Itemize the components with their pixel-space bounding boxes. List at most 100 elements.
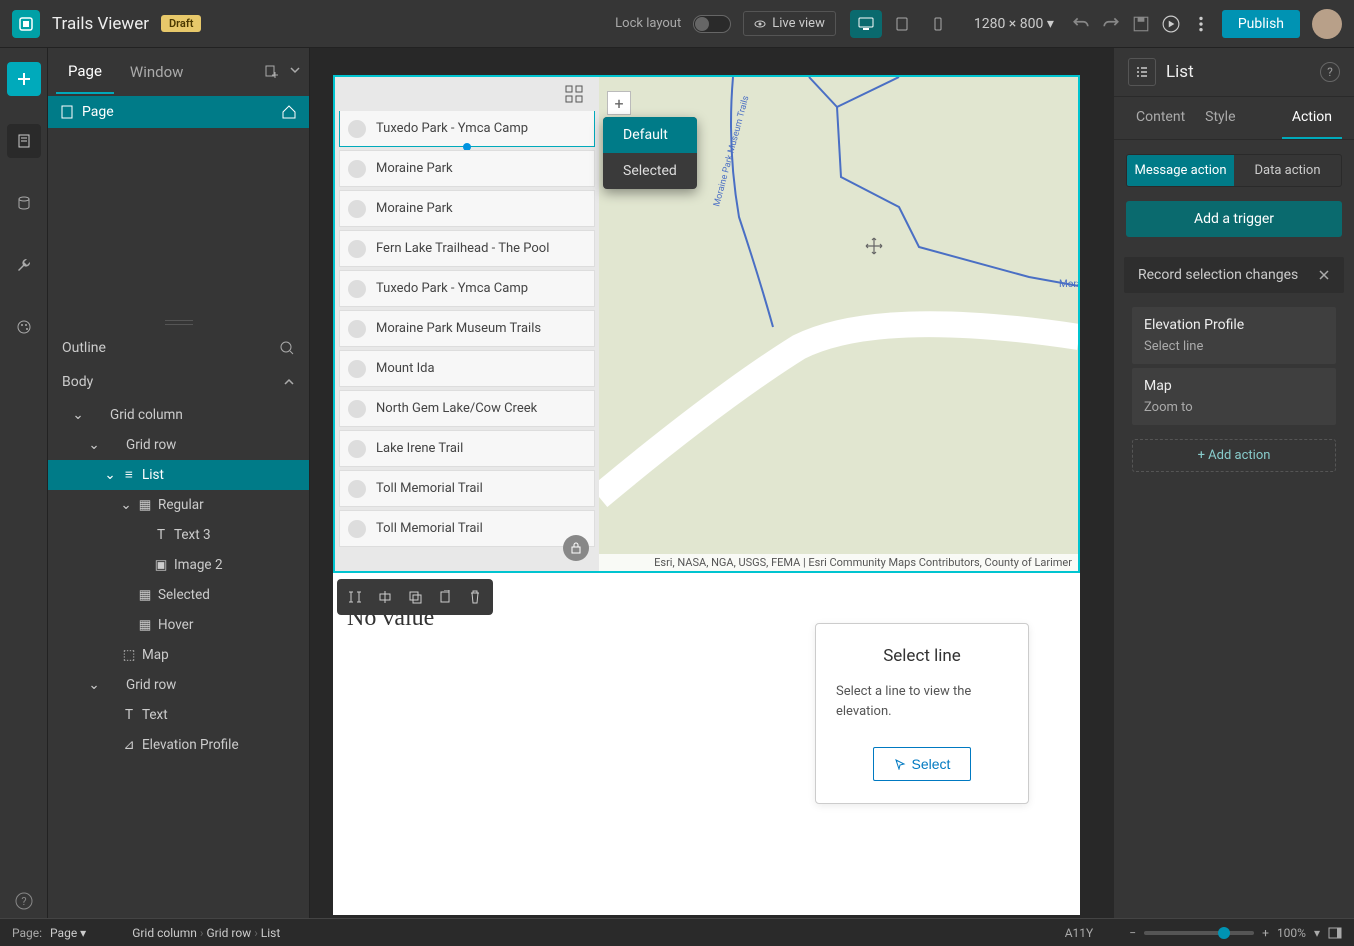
tree-row[interactable]: ⌄≡List bbox=[48, 460, 309, 490]
tb-align-button[interactable] bbox=[371, 583, 399, 611]
popover-default[interactable]: Default bbox=[603, 117, 697, 153]
rail-add-button[interactable] bbox=[7, 62, 41, 96]
left-panel-tabs: Page Window bbox=[48, 48, 309, 96]
more-icon[interactable] bbox=[1192, 15, 1210, 33]
tree-row[interactable]: ▣Image 2 bbox=[48, 550, 309, 580]
canvas[interactable]: Moraine Park Museum Trails Mora Tuxedo P… bbox=[310, 48, 1114, 918]
trigger-row[interactable]: Record selection changes bbox=[1124, 257, 1344, 293]
breadcrumb-item[interactable]: Grid column bbox=[132, 926, 197, 940]
list-widget[interactable]: Tuxedo Park - Ymca CampMoraine ParkMorai… bbox=[335, 77, 599, 571]
resolution-dropdown[interactable]: 1280 × 800 ▾ bbox=[968, 16, 1060, 32]
popover-selected[interactable]: Selected bbox=[603, 153, 697, 189]
rail-help-button[interactable]: ? bbox=[7, 884, 41, 918]
chevron-down-icon[interactable] bbox=[289, 64, 301, 76]
tree-row[interactable]: ⊿Elevation Profile bbox=[48, 730, 309, 760]
redo-icon[interactable] bbox=[1102, 15, 1120, 33]
save-icon[interactable] bbox=[1132, 15, 1150, 33]
list-item[interactable]: North Gem Lake/Cow Creek bbox=[339, 390, 595, 427]
design-frame: Moraine Park Museum Trails Mora Tuxedo P… bbox=[333, 75, 1080, 915]
rp-help-button[interactable]: ? bbox=[1320, 62, 1340, 82]
list-item[interactable]: Fern Lake Trailhead - The Pool bbox=[339, 230, 595, 267]
select-line-card: Select line Select a line to view the el… bbox=[815, 623, 1029, 804]
footer-page-label: Page: bbox=[12, 926, 42, 940]
search-icon[interactable] bbox=[279, 340, 295, 356]
user-avatar[interactable] bbox=[1312, 9, 1342, 39]
device-group bbox=[848, 10, 956, 38]
rail-theme-button[interactable] bbox=[7, 310, 41, 344]
list-item[interactable]: Lake Irene Trail bbox=[339, 430, 595, 467]
tab-window[interactable]: Window bbox=[118, 51, 196, 93]
device-desktop[interactable] bbox=[850, 10, 882, 38]
seg-message-action[interactable]: Message action bbox=[1127, 155, 1234, 186]
list-item[interactable]: Toll Memorial Trail bbox=[339, 470, 595, 507]
help-icon: ? bbox=[15, 892, 33, 910]
move-icon[interactable] bbox=[865, 237, 883, 255]
tab-page[interactable]: Page bbox=[56, 50, 114, 94]
list-item[interactable]: Toll Memorial Trail bbox=[339, 510, 595, 547]
tree-row[interactable]: ⬚Map bbox=[48, 640, 309, 670]
publish-button[interactable]: Publish bbox=[1222, 10, 1300, 38]
zoom-in-button[interactable]: + bbox=[1262, 926, 1269, 940]
tab-action[interactable]: Action bbox=[1282, 97, 1342, 139]
device-phone[interactable] bbox=[922, 10, 954, 38]
list-item[interactable]: Tuxedo Park - Ymca Camp bbox=[339, 111, 595, 147]
rail-pages-button[interactable] bbox=[7, 124, 41, 158]
list-item[interactable]: Tuxedo Park - Ymca Camp bbox=[339, 270, 595, 307]
map-plus-button[interactable]: + bbox=[607, 91, 631, 115]
breadcrumb-item[interactable]: List bbox=[261, 926, 281, 940]
outline-header: Outline bbox=[48, 330, 309, 366]
select-button[interactable]: Select bbox=[873, 747, 972, 781]
action-card[interactable]: MapZoom to bbox=[1132, 368, 1336, 425]
page-row-label: Page bbox=[82, 104, 114, 120]
tb-delete-button[interactable] bbox=[461, 583, 489, 611]
tree-row[interactable]: ⌄Grid column bbox=[48, 400, 309, 430]
device-tablet[interactable] bbox=[886, 10, 918, 38]
panel-right-icon[interactable] bbox=[1328, 926, 1342, 940]
tree-row[interactable]: ⌄Grid row bbox=[48, 670, 309, 700]
zoom-slider[interactable] bbox=[1144, 931, 1254, 935]
play-icon[interactable] bbox=[1162, 15, 1180, 33]
tree-row[interactable]: ⌄▦Regular bbox=[48, 490, 309, 520]
map-attribution: Esri, NASA, NGA, USGS, FEMA | Esri Commu… bbox=[599, 554, 1078, 571]
list-item[interactable]: Moraine Park bbox=[339, 150, 595, 187]
lock-icon[interactable] bbox=[563, 535, 589, 561]
undo-icon[interactable] bbox=[1072, 15, 1090, 33]
footer-page-dropdown[interactable]: Page ▾ bbox=[50, 926, 86, 940]
a11y-button[interactable]: A11Y bbox=[1065, 926, 1094, 940]
tab-style[interactable]: Style bbox=[1195, 97, 1245, 139]
rail-data-button[interactable] bbox=[7, 186, 41, 220]
add-trigger-button[interactable]: Add a trigger bbox=[1126, 201, 1342, 237]
tb-rename-button[interactable] bbox=[341, 583, 369, 611]
rail-tools-button[interactable] bbox=[7, 248, 41, 282]
list-item[interactable]: Mount Ida bbox=[339, 350, 595, 387]
trigger-label: Record selection changes bbox=[1138, 267, 1298, 283]
body-row[interactable]: Body bbox=[48, 366, 309, 398]
draft-badge: Draft bbox=[161, 15, 201, 32]
tab-content[interactable]: Content bbox=[1126, 97, 1195, 139]
zoom-chevron[interactable]: ▾ bbox=[1314, 926, 1320, 940]
breadcrumb-item[interactable]: Grid row bbox=[206, 926, 251, 940]
tree-row[interactable]: TText bbox=[48, 700, 309, 730]
tablet-icon bbox=[896, 17, 908, 31]
tree-row[interactable]: ▦Hover bbox=[48, 610, 309, 640]
tb-copy-button[interactable] bbox=[431, 583, 459, 611]
tree-row[interactable]: ⌄Grid row bbox=[48, 430, 309, 460]
page-row[interactable]: Page bbox=[48, 96, 309, 128]
add-action-button[interactable]: + Add action bbox=[1132, 439, 1336, 472]
panel-divider[interactable] bbox=[48, 318, 309, 326]
lock-layout-toggle[interactable] bbox=[693, 15, 731, 33]
seg-data-action[interactable]: Data action bbox=[1234, 155, 1341, 186]
live-view-button[interactable]: Live view bbox=[743, 11, 836, 36]
tree-row[interactable]: TText 3 bbox=[48, 520, 309, 550]
left-panel: Page Window Page Outline Body ⌄Grid colu… bbox=[48, 48, 310, 918]
close-icon[interactable] bbox=[1318, 269, 1330, 281]
add-page-icon[interactable] bbox=[263, 64, 279, 80]
zoom-out-button[interactable]: − bbox=[1129, 926, 1136, 940]
grid-icon[interactable] bbox=[565, 85, 591, 111]
tb-duplicate-button[interactable] bbox=[401, 583, 429, 611]
list-item[interactable]: Moraine Park Museum Trails bbox=[339, 310, 595, 347]
action-card[interactable]: Elevation ProfileSelect line bbox=[1132, 307, 1336, 364]
tree-row[interactable]: ▦Selected bbox=[48, 580, 309, 610]
list-item[interactable]: Moraine Park bbox=[339, 190, 595, 227]
text-widget[interactable]: No value bbox=[333, 573, 505, 915]
